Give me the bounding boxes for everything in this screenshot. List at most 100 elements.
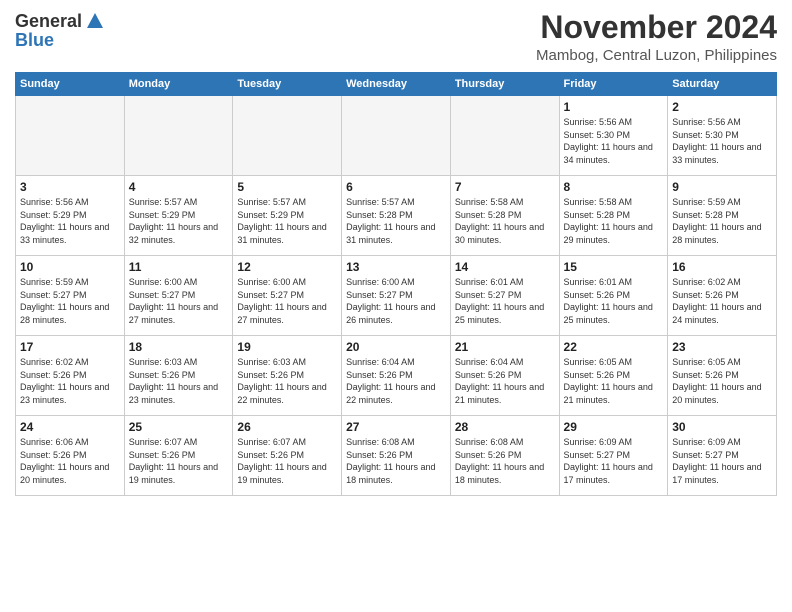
day-info: Sunrise: 6:03 AMSunset: 5:26 PMDaylight:… [237, 356, 337, 406]
calendar-cell: 23 Sunrise: 6:05 AMSunset: 5:26 PMDayligh… [668, 336, 777, 416]
calendar-cell: 6 Sunrise: 5:57 AMSunset: 5:28 PMDaylight… [342, 176, 451, 256]
day-info: Sunrise: 6:01 AMSunset: 5:27 PMDaylight:… [455, 276, 555, 326]
calendar-cell: 3Sunrise: 5:56 AMSunset: 5:29 PMDaylight… [16, 176, 125, 256]
week-row-0: 1Sunrise: 5:56 AMSunset: 5:30 PMDaylight… [16, 96, 777, 176]
calendar-cell: 4Sunrise: 5:57 AMSunset: 5:29 PMDaylight… [124, 176, 233, 256]
calendar-cell: 7Sunrise: 5:58 AMSunset: 5:28 PMDaylight… [450, 176, 559, 256]
calendar-cell: 24 Sunrise: 6:06 AMSunset: 5:26 PMDayligh… [16, 416, 125, 496]
day-info: Sunrise: 5:56 AMSunset: 5:30 PMDaylight:… [564, 116, 664, 166]
calendar-cell [124, 96, 233, 176]
logo-general: General [15, 11, 82, 32]
day-info: Sunrise: 6:04 AMSunset: 5:26 PMDaylight:… [346, 356, 446, 406]
calendar-cell: 19 Sunrise: 6:03 AMSunset: 5:26 PMDayligh… [233, 336, 342, 416]
calendar-table: SundayMondayTuesdayWednesdayThursdayFrid… [15, 72, 777, 496]
day-number: 18 [129, 340, 229, 354]
week-row-4: 24 Sunrise: 6:06 AMSunset: 5:26 PMDayligh… [16, 416, 777, 496]
day-info: Sunrise: 5:59 AMSunset: 5:28 PMDaylight:… [672, 196, 772, 246]
day-info: Sunrise: 5:58 AMSunset: 5:28 PMDaylight:… [564, 196, 664, 246]
title-block: November 2024 Mambog, Central Luzon, Phi… [536, 10, 777, 64]
calendar-cell: 28 Sunrise: 6:08 AMSunset: 5:26 PMDayligh… [450, 416, 559, 496]
weekday-saturday: Saturday [668, 73, 777, 96]
day-number: 7 [455, 180, 555, 194]
weekday-thursday: Thursday [450, 73, 559, 96]
day-number: 24 [20, 420, 120, 434]
calendar-cell: 13Sunrise: 6:00 AMSunset: 5:27 PMDayligh… [342, 256, 451, 336]
day-number: 5 [237, 180, 337, 194]
calendar-cell: 14Sunrise: 6:01 AMSunset: 5:27 PMDayligh… [450, 256, 559, 336]
calendar-cell: 26 Sunrise: 6:07 AMSunset: 5:26 PMDayligh… [233, 416, 342, 496]
day-number: 15 [564, 260, 664, 274]
day-info: Sunrise: 5:56 AMSunset: 5:30 PMDaylight:… [672, 116, 772, 166]
day-info: Sunrise: 6:09 AMSunset: 5:27 PMDaylight:… [564, 436, 664, 486]
day-number: 25 [129, 420, 229, 434]
weekday-tuesday: Tuesday [233, 73, 342, 96]
day-number: 20 [346, 340, 446, 354]
day-info: Sunrise: 6:07 AMSunset: 5:26 PMDaylight:… [129, 436, 229, 486]
month-title: November 2024 [536, 10, 777, 45]
day-info: Sunrise: 6:02 AMSunset: 5:26 PMDaylight:… [672, 276, 772, 326]
day-number: 30 [672, 420, 772, 434]
day-number: 9 [672, 180, 772, 194]
calendar-cell: 20 Sunrise: 6:04 AMSunset: 5:26 PMDayligh… [342, 336, 451, 416]
day-number: 2 [672, 100, 772, 114]
weekday-header-row: SundayMondayTuesdayWednesdayThursdayFrid… [16, 73, 777, 96]
week-row-3: 17 Sunrise: 6:02 AMSunset: 5:26 PMDayligh… [16, 336, 777, 416]
weekday-sunday: Sunday [16, 73, 125, 96]
calendar-cell: 1Sunrise: 5:56 AMSunset: 5:30 PMDaylight… [559, 96, 668, 176]
day-number: 12 [237, 260, 337, 274]
day-number: 23 [672, 340, 772, 354]
day-info: Sunrise: 5:57 AMSunset: 5:28 PMDaylight:… [346, 196, 446, 246]
calendar-cell: 29 Sunrise: 6:09 AMSunset: 5:27 PMDayligh… [559, 416, 668, 496]
calendar-cell: 16 Sunrise: 6:02 AMSunset: 5:26 PMDayligh… [668, 256, 777, 336]
day-info: Sunrise: 6:01 AMSunset: 5:26 PMDaylight:… [564, 276, 664, 326]
calendar-cell: 9 Sunrise: 5:59 AMSunset: 5:28 PMDaylight… [668, 176, 777, 256]
day-info: Sunrise: 6:03 AMSunset: 5:26 PMDaylight:… [129, 356, 229, 406]
day-info: Sunrise: 6:08 AMSunset: 5:26 PMDaylight:… [346, 436, 446, 486]
calendar-cell: 27 Sunrise: 6:08 AMSunset: 5:26 PMDayligh… [342, 416, 451, 496]
calendar-cell: 11Sunrise: 6:00 AMSunset: 5:27 PMDayligh… [124, 256, 233, 336]
day-info: Sunrise: 6:08 AMSunset: 5:26 PMDaylight:… [455, 436, 555, 486]
day-info: Sunrise: 6:02 AMSunset: 5:26 PMDaylight:… [20, 356, 120, 406]
day-info: Sunrise: 6:00 AMSunset: 5:27 PMDaylight:… [346, 276, 446, 326]
day-info: Sunrise: 6:04 AMSunset: 5:26 PMDaylight:… [455, 356, 555, 406]
logo-blue: Blue [15, 30, 54, 51]
day-number: 8 [564, 180, 664, 194]
page: General Blue November 2024 Mambog, Centr… [0, 0, 792, 612]
day-info: Sunrise: 5:57 AMSunset: 5:29 PMDaylight:… [129, 196, 229, 246]
weekday-wednesday: Wednesday [342, 73, 451, 96]
day-number: 28 [455, 420, 555, 434]
week-row-1: 3Sunrise: 5:56 AMSunset: 5:29 PMDaylight… [16, 176, 777, 256]
calendar-cell: 5Sunrise: 5:57 AMSunset: 5:29 PMDaylight… [233, 176, 342, 256]
day-info: Sunrise: 6:05 AMSunset: 5:26 PMDaylight:… [672, 356, 772, 406]
calendar-cell: 10Sunrise: 5:59 AMSunset: 5:27 PMDayligh… [16, 256, 125, 336]
logo-icon [84, 10, 106, 32]
logo: General Blue [15, 10, 106, 51]
day-info: Sunrise: 6:07 AMSunset: 5:26 PMDaylight:… [237, 436, 337, 486]
day-number: 27 [346, 420, 446, 434]
day-number: 11 [129, 260, 229, 274]
weekday-monday: Monday [124, 73, 233, 96]
day-number: 17 [20, 340, 120, 354]
day-number: 29 [564, 420, 664, 434]
calendar-cell: 8 Sunrise: 5:58 AMSunset: 5:28 PMDaylight… [559, 176, 668, 256]
calendar-cell: 18 Sunrise: 6:03 AMSunset: 5:26 PMDayligh… [124, 336, 233, 416]
day-number: 26 [237, 420, 337, 434]
day-number: 19 [237, 340, 337, 354]
weekday-friday: Friday [559, 73, 668, 96]
day-number: 16 [672, 260, 772, 274]
calendar-cell: 30Sunrise: 6:09 AMSunset: 5:27 PMDayligh… [668, 416, 777, 496]
day-info: Sunrise: 6:00 AMSunset: 5:27 PMDaylight:… [237, 276, 337, 326]
calendar-cell: 2 Sunrise: 5:56 AMSunset: 5:30 PMDaylight… [668, 96, 777, 176]
calendar-cell [16, 96, 125, 176]
day-info: Sunrise: 5:56 AMSunset: 5:29 PMDaylight:… [20, 196, 120, 246]
week-row-2: 10Sunrise: 5:59 AMSunset: 5:27 PMDayligh… [16, 256, 777, 336]
header: General Blue November 2024 Mambog, Centr… [15, 10, 777, 64]
day-number: 6 [346, 180, 446, 194]
day-info: Sunrise: 6:06 AMSunset: 5:26 PMDaylight:… [20, 436, 120, 486]
calendar-cell: 12 Sunrise: 6:00 AMSunset: 5:27 PMDayligh… [233, 256, 342, 336]
day-info: Sunrise: 5:59 AMSunset: 5:27 PMDaylight:… [20, 276, 120, 326]
calendar-cell [342, 96, 451, 176]
day-number: 21 [455, 340, 555, 354]
calendar-cell: 17 Sunrise: 6:02 AMSunset: 5:26 PMDayligh… [16, 336, 125, 416]
calendar-cell [233, 96, 342, 176]
